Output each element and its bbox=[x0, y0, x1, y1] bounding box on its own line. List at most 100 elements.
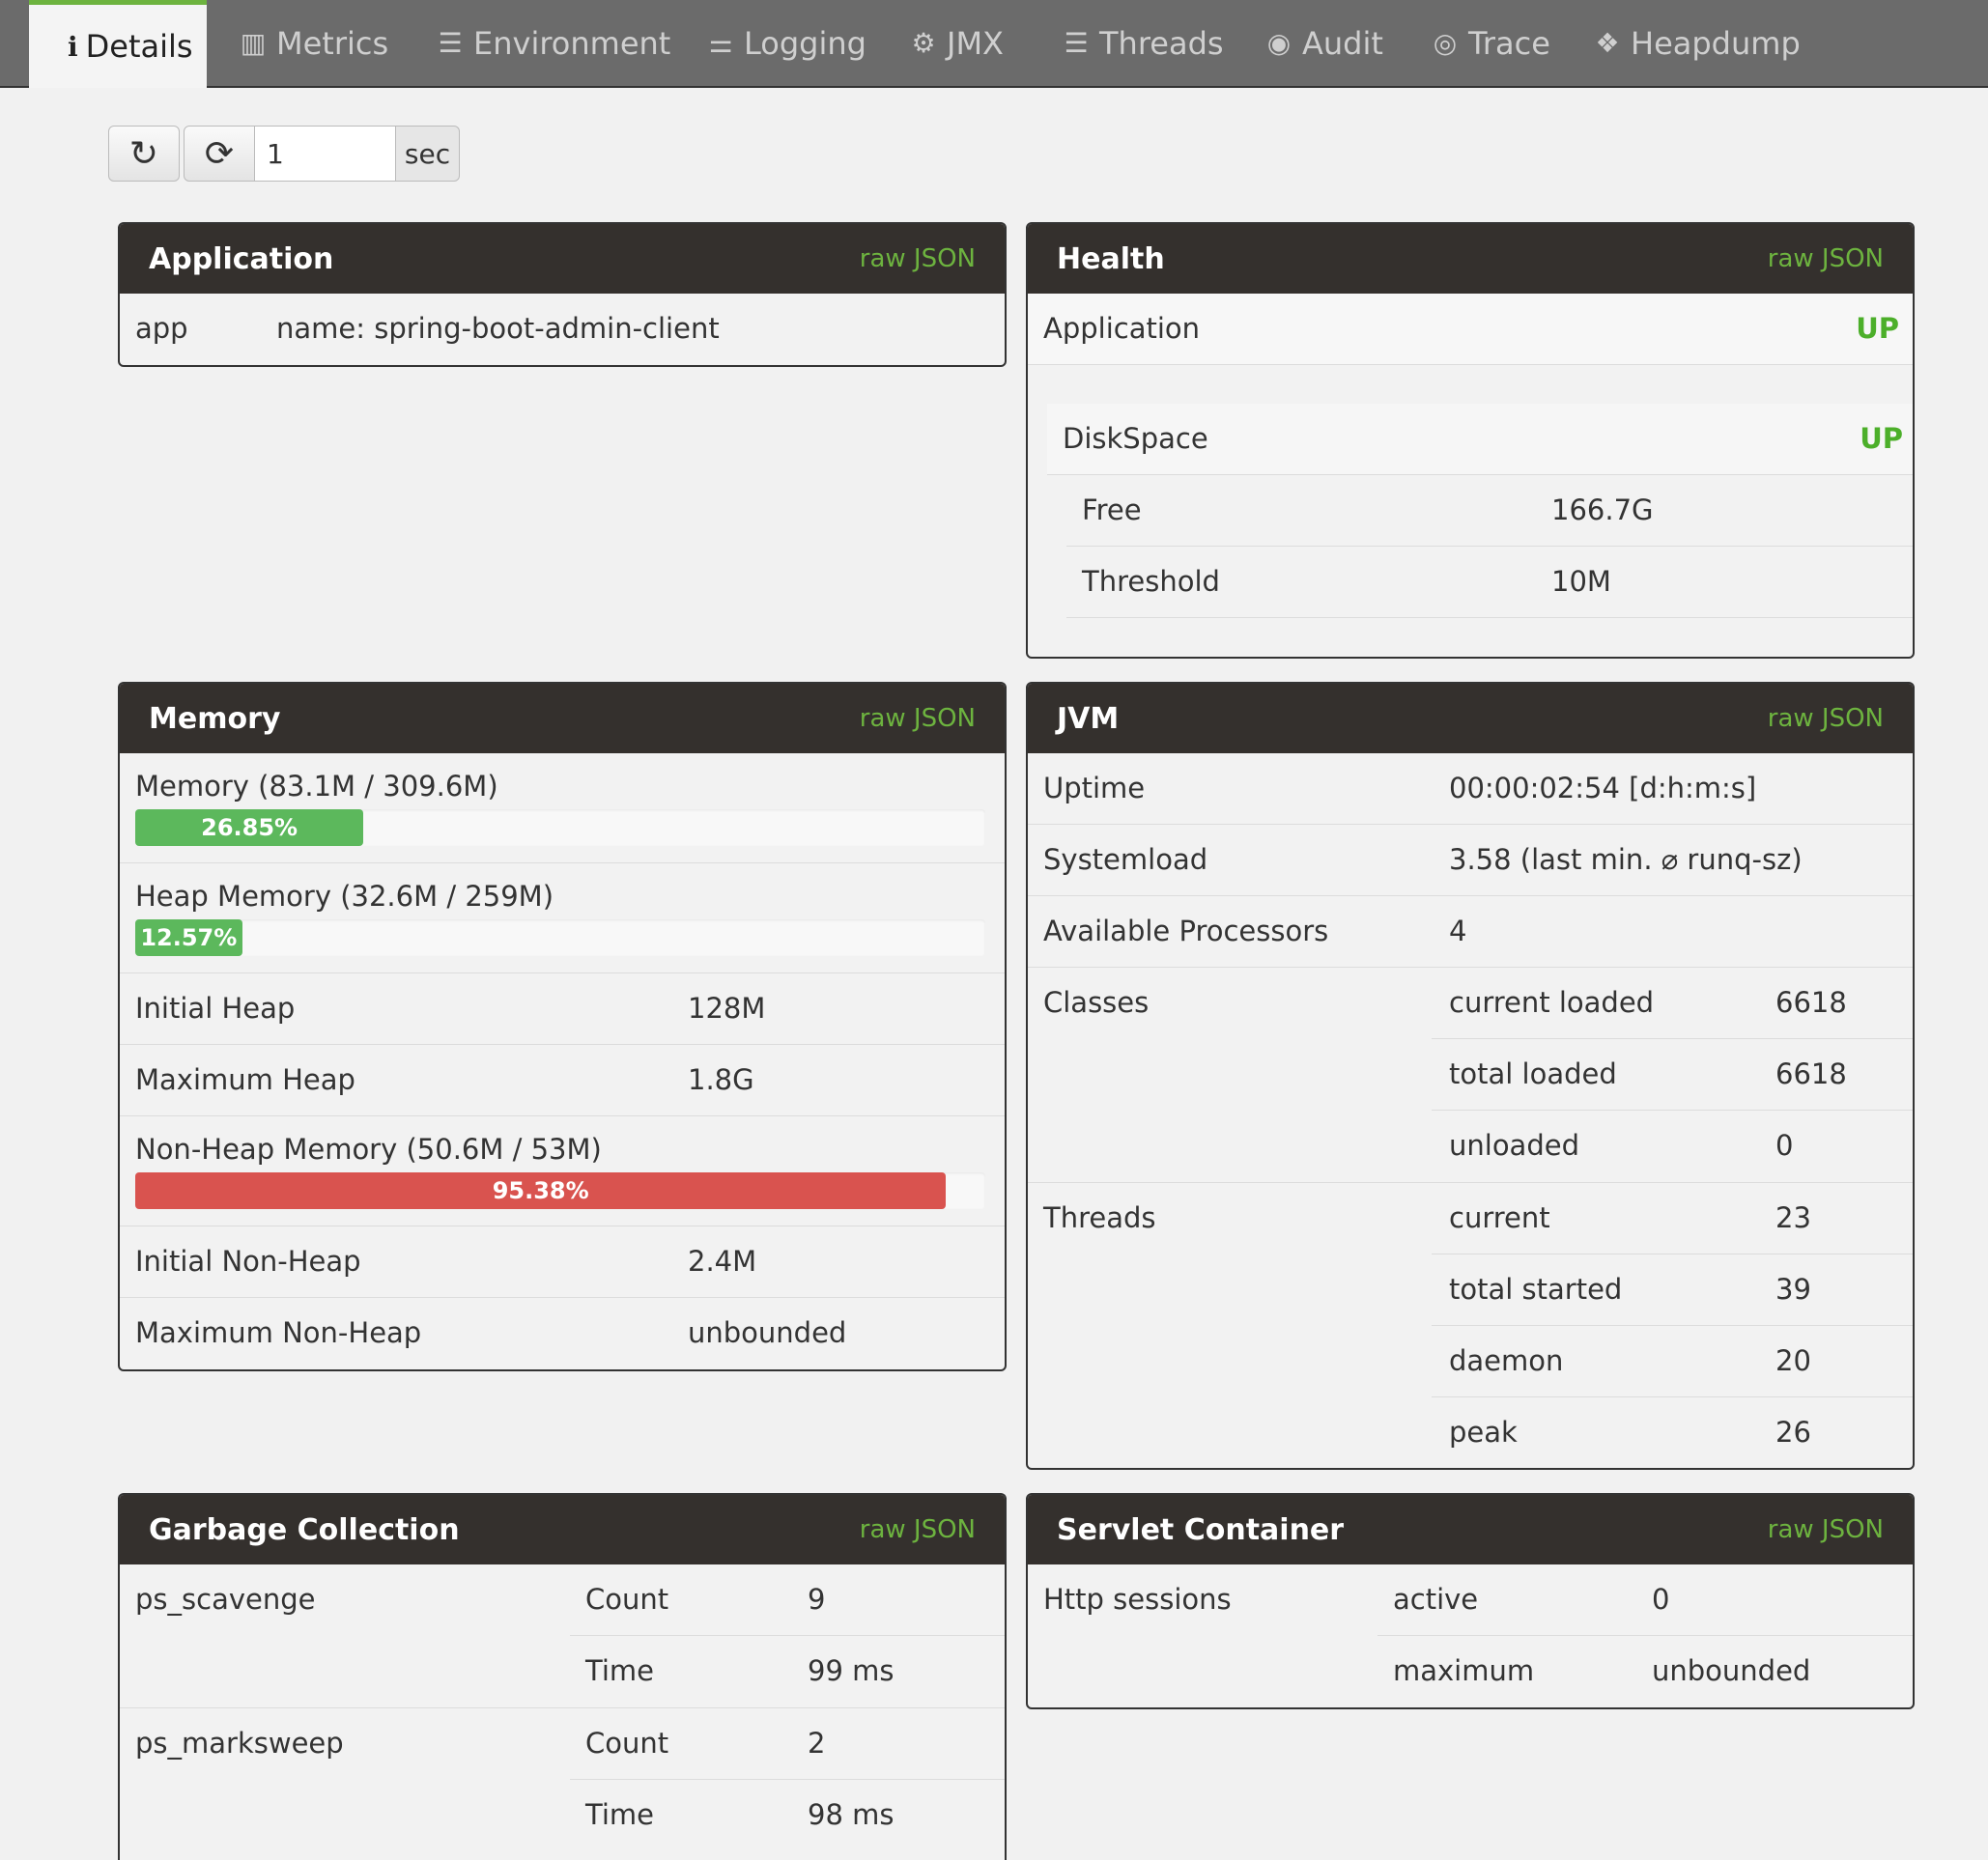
tab-audit[interactable]: ◉ Audit bbox=[1264, 0, 1383, 86]
max-heap-label: Maximum Heap bbox=[135, 1063, 355, 1096]
uptime-value: 00:00:02:54 [d:h:m:s] bbox=[1449, 772, 1757, 804]
diskspace-group: DiskSpace UP Free 166.7G Threshold 10M bbox=[1047, 404, 1913, 655]
memory-total-progress: 26.85% bbox=[135, 809, 985, 846]
tab-heapdump[interactable]: ❖ Heapdump bbox=[1592, 0, 1801, 86]
raw-json-link[interactable]: raw JSON bbox=[860, 244, 976, 273]
tab-label: Metrics bbox=[276, 24, 389, 62]
max-nonheap-label: Maximum Non-Heap bbox=[135, 1316, 422, 1349]
classes-value: 0 bbox=[1775, 1129, 1794, 1162]
tab-label: Heapdump bbox=[1631, 24, 1801, 62]
initial-heap-row: Initial Heap 128M bbox=[120, 973, 1005, 1045]
threshold-label: Threshold bbox=[1082, 565, 1220, 598]
tab-logging[interactable]: ⚌ Logging bbox=[705, 0, 866, 86]
autorefresh-icon: ⟳ bbox=[204, 133, 235, 174]
initial-nonheap-value: 2.4M bbox=[688, 1245, 757, 1278]
panel-title: JVM bbox=[1057, 701, 1120, 736]
list-item: Time 99 ms bbox=[570, 1636, 1005, 1707]
gc-time-value: 98 ms bbox=[808, 1798, 895, 1831]
status-badge: UP bbox=[1860, 422, 1903, 455]
progress-fill: 95.38% bbox=[135, 1172, 947, 1209]
progress-fill: 26.85% bbox=[135, 809, 364, 846]
initial-heap-label: Initial Heap bbox=[135, 992, 296, 1025]
systemload-label: Systemload bbox=[1043, 843, 1208, 876]
gc-stats: Count 9 Time 99 ms bbox=[570, 1564, 1005, 1707]
tab-details[interactable]: ℹ Details bbox=[29, 0, 207, 88]
max-heap-row: Maximum Heap 1.8G bbox=[120, 1045, 1005, 1116]
sliders-icon: ⚌ bbox=[708, 27, 733, 59]
raw-json-link[interactable]: raw JSON bbox=[1768, 704, 1884, 733]
max-heap-value: 1.8G bbox=[688, 1063, 754, 1096]
panel-title: Application bbox=[149, 241, 334, 276]
info-icon: ℹ bbox=[68, 30, 78, 63]
panel-title: Garbage Collection bbox=[149, 1512, 460, 1547]
nonheap-memory-row: Non-Heap Memory (50.6M / 53M) 95.38% bbox=[120, 1116, 1005, 1226]
list-icon: ☰ bbox=[1064, 27, 1089, 59]
gc-name: ps_scavenge bbox=[135, 1583, 316, 1616]
cubes-icon: ❖ bbox=[1595, 27, 1620, 59]
initial-nonheap-row: Initial Non-Heap 2.4M bbox=[120, 1226, 1005, 1298]
heap-memory-row: Heap Memory (32.6M / 259M) 12.57% bbox=[120, 863, 1005, 973]
processors-label: Available Processors bbox=[1043, 915, 1329, 947]
interval-unit-label: sec bbox=[396, 126, 460, 182]
classes-key: total loaded bbox=[1449, 1057, 1617, 1090]
raw-json-link[interactable]: raw JSON bbox=[1768, 1515, 1884, 1544]
progress-fill: 12.57% bbox=[135, 919, 242, 956]
list-item: maximum unbounded bbox=[1377, 1636, 1913, 1707]
tab-label: Trace bbox=[1468, 24, 1550, 62]
tab-label: Details bbox=[85, 28, 193, 65]
autorefresh-button[interactable]: ⟳ bbox=[184, 126, 255, 182]
refresh-interval-input[interactable] bbox=[255, 126, 396, 182]
progress-text: 12.57% bbox=[140, 924, 238, 951]
panel-header: Application raw JSON bbox=[120, 224, 1005, 294]
application-row: app name: spring-boot-admin-client bbox=[120, 294, 1005, 365]
threads-value: 20 bbox=[1775, 1344, 1811, 1377]
tab-threads[interactable]: ☰ Threads bbox=[1061, 0, 1223, 86]
sessions-active-value: 0 bbox=[1652, 1583, 1670, 1616]
classes-key: current loaded bbox=[1449, 986, 1655, 1019]
list-item: total loaded 6618 bbox=[1432, 1039, 1913, 1111]
raw-json-link[interactable]: raw JSON bbox=[1768, 244, 1884, 273]
threads-label: Threads bbox=[1043, 1201, 1156, 1234]
list-item: current 23 bbox=[1432, 1183, 1913, 1254]
list-item: peak 26 bbox=[1432, 1397, 1913, 1468]
panel-header: Servlet Container raw JSON bbox=[1028, 1495, 1913, 1564]
servlet-panel: Servlet Container raw JSON Http sessions… bbox=[1026, 1493, 1915, 1709]
raw-json-link[interactable]: raw JSON bbox=[860, 704, 976, 733]
health-app-label: Application bbox=[1043, 312, 1201, 345]
tab-environment[interactable]: ☰ Environment bbox=[435, 0, 670, 86]
processors-value: 4 bbox=[1449, 915, 1467, 947]
tab-label: Logging bbox=[744, 24, 866, 62]
list-item: total started 39 bbox=[1432, 1254, 1913, 1326]
diskspace-row: DiskSpace UP bbox=[1047, 404, 1913, 475]
tab-label: Environment bbox=[473, 24, 671, 62]
threads-key: current bbox=[1449, 1201, 1550, 1234]
list-item: Time 98 ms bbox=[570, 1780, 1005, 1851]
gc-panel: Garbage Collection raw JSON ps_scavenge … bbox=[118, 1493, 1007, 1860]
classes-label: Classes bbox=[1043, 986, 1150, 1019]
panel-title: Health bbox=[1057, 241, 1165, 276]
gc-stats: Count 2 Time 98 ms bbox=[570, 1708, 1005, 1851]
bar-chart-icon: ▥ bbox=[240, 27, 267, 59]
gc-name: ps_marksweep bbox=[135, 1727, 344, 1760]
uptime-label: Uptime bbox=[1043, 772, 1146, 804]
disk-threshold-row: Threshold 10M bbox=[1066, 547, 1913, 618]
list-item: unloaded 0 bbox=[1432, 1111, 1913, 1182]
gc-collector: ps_scavenge Count 9 Time 99 ms bbox=[120, 1564, 1005, 1708]
uptime-row: Uptime 00:00:02:54 [d:h:m:s] bbox=[1028, 753, 1913, 825]
gc-count-value: 2 bbox=[808, 1727, 826, 1760]
gc-count-label: Count bbox=[585, 1727, 669, 1760]
max-nonheap-value: unbounded bbox=[688, 1316, 847, 1349]
status-badge: UP bbox=[1856, 312, 1899, 345]
memory-total-row: Memory (83.1M / 309.6M) 26.85% bbox=[120, 753, 1005, 863]
eye-icon: ◎ bbox=[1433, 27, 1458, 59]
progress-text: 95.38% bbox=[492, 1177, 589, 1204]
threads-key: daemon bbox=[1449, 1344, 1564, 1377]
initial-nonheap-label: Initial Non-Heap bbox=[135, 1245, 361, 1278]
refresh-button[interactable]: ↻ bbox=[108, 126, 180, 182]
list-item: active 0 bbox=[1377, 1564, 1913, 1636]
tab-metrics[interactable]: ▥ Metrics bbox=[238, 0, 388, 86]
raw-json-link[interactable]: raw JSON bbox=[860, 1515, 976, 1544]
free-label: Free bbox=[1082, 493, 1142, 526]
tab-trace[interactable]: ◎ Trace bbox=[1430, 0, 1550, 86]
tab-jmx[interactable]: ⚙ JMX bbox=[908, 0, 1004, 86]
